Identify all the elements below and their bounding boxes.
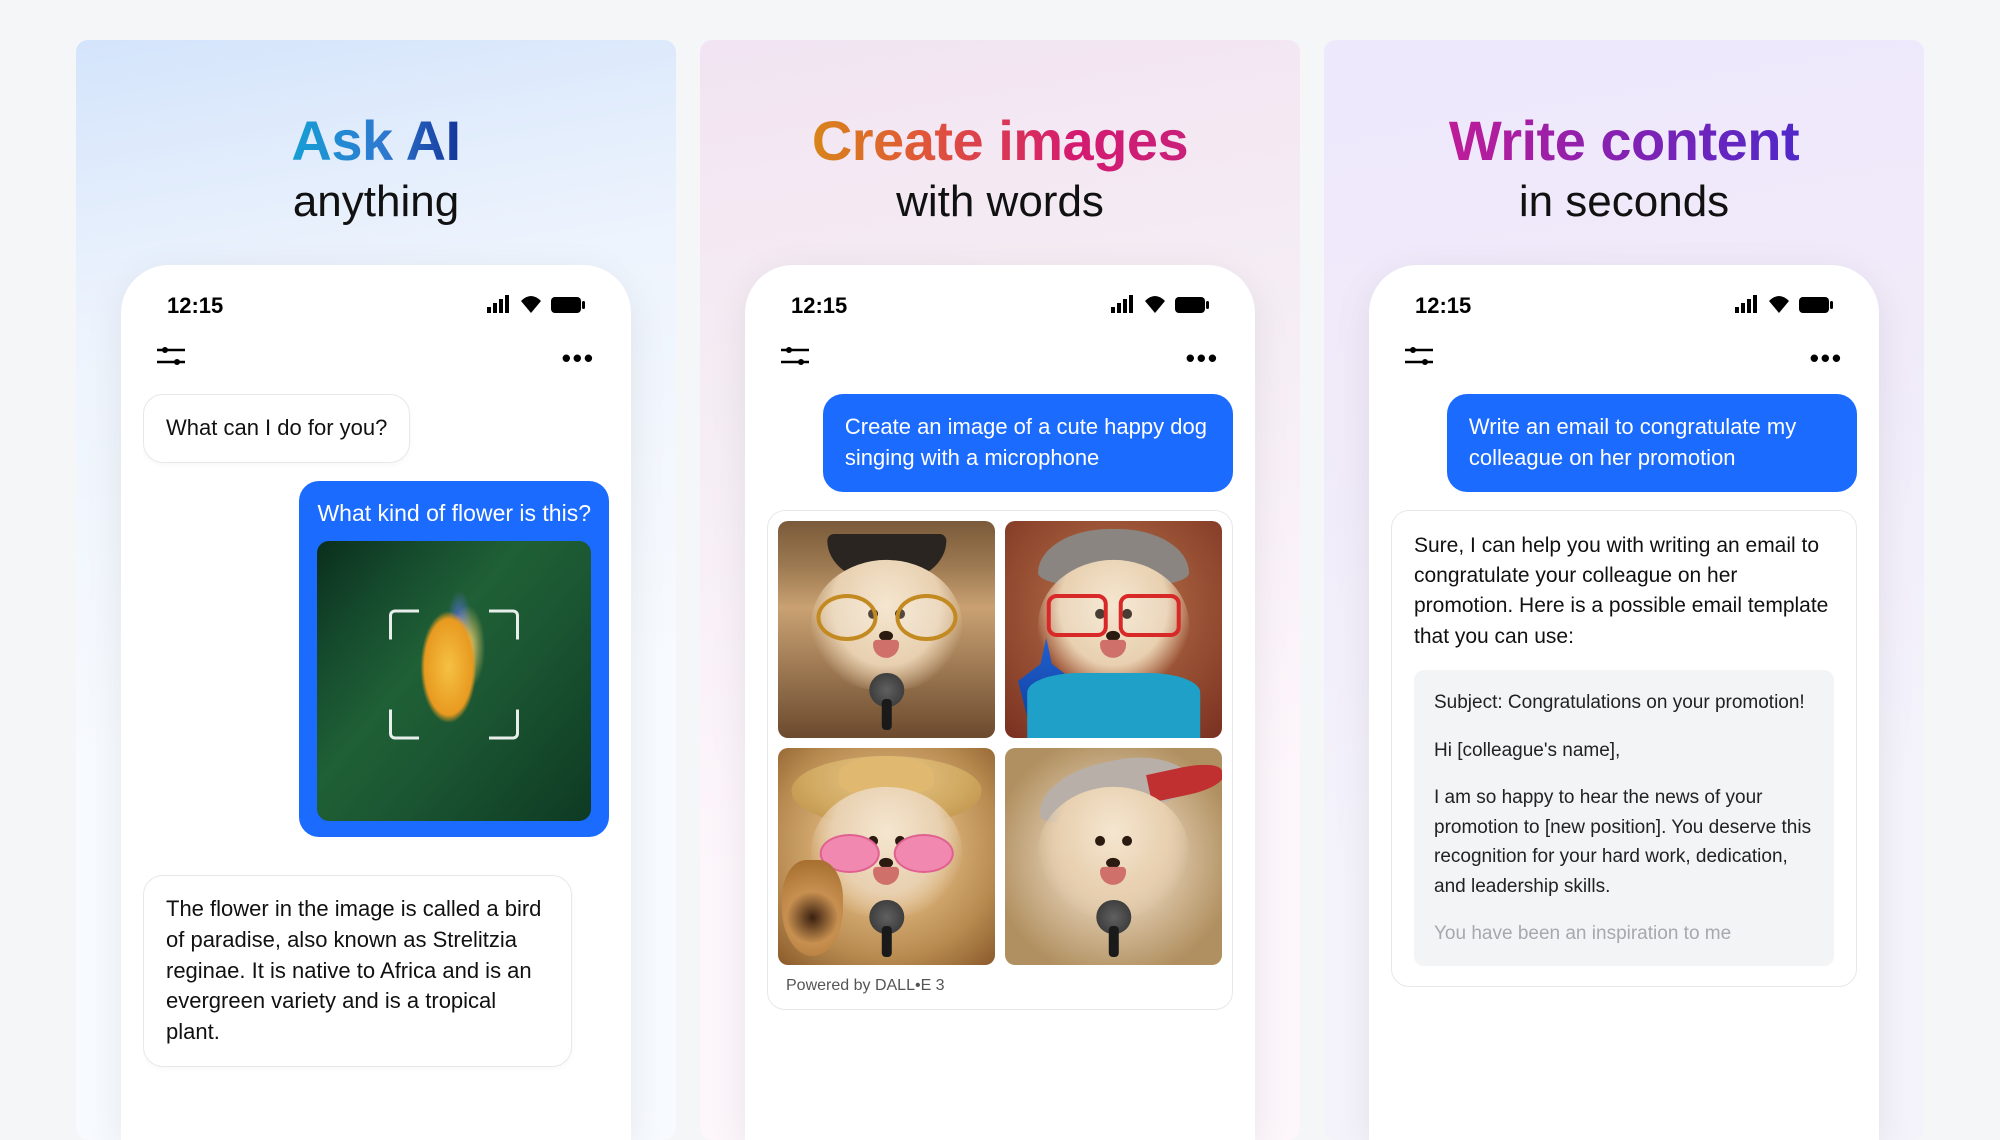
attached-flower-image[interactable]	[317, 541, 591, 821]
status-time: 12:15	[1415, 293, 1471, 319]
headline: Write content in seconds	[1449, 40, 1799, 265]
headline-bottom: with words	[812, 177, 1188, 227]
wifi-icon	[1143, 293, 1167, 319]
generated-image-3[interactable]	[778, 748, 995, 965]
battery-icon	[1175, 293, 1209, 319]
powered-by-label: Powered by DALL•E 3	[778, 965, 1222, 999]
signal-icon	[487, 293, 511, 319]
user-image-prompt: Create an image of a cute happy dog sing…	[823, 394, 1233, 492]
more-icon[interactable]: •••	[562, 343, 595, 374]
phone-frame: 12:15 ••• Write an email to congratulate…	[1369, 265, 1879, 1140]
phone-frame: 12:15 ••• What can I do for you? What ki…	[121, 265, 631, 1140]
image-grid	[778, 521, 1222, 965]
app-header: •••	[1391, 333, 1857, 394]
generated-image-1[interactable]	[778, 521, 995, 738]
menu-icon[interactable]	[157, 347, 185, 370]
user-message-with-image: What kind of flower is this?	[299, 481, 609, 837]
status-bar: 12:15	[767, 291, 1233, 333]
status-time: 12:15	[167, 293, 223, 319]
ai-intro-text: Sure, I can help you with writing an ema…	[1414, 531, 1834, 653]
menu-icon[interactable]	[1405, 347, 1433, 370]
phone-frame: 12:15 ••• Create an image of a cute happ…	[745, 265, 1255, 1140]
generated-images-card: Powered by DALL•E 3	[767, 510, 1233, 1010]
battery-icon	[551, 293, 585, 319]
headline: Create images with words	[812, 40, 1188, 265]
wifi-icon	[1767, 293, 1791, 319]
status-time: 12:15	[791, 293, 847, 319]
email-body: I am so happy to hear the news of your p…	[1434, 783, 1814, 901]
email-template: Subject: Congratulations on your promoti…	[1414, 670, 1834, 966]
menu-icon[interactable]	[781, 347, 809, 370]
headline-bottom: in seconds	[1449, 177, 1799, 227]
app-header: •••	[143, 333, 609, 394]
status-icons	[487, 293, 585, 319]
panel-ask-ai: Ask AI anything 12:15 ••• What can I do …	[76, 40, 676, 1140]
headline-top: Create images	[812, 108, 1188, 173]
headline-top: Ask AI	[291, 108, 460, 173]
ai-email-response: Sure, I can help you with writing an ema…	[1391, 510, 1857, 988]
user-write-prompt: Write an email to congratulate my collea…	[1447, 394, 1857, 492]
ai-answer: The flower in the image is called a bird…	[143, 875, 572, 1067]
viewfinder-overlay	[389, 609, 519, 739]
generated-image-4[interactable]	[1005, 748, 1222, 965]
email-greeting: Hi [colleague's name],	[1434, 736, 1814, 765]
status-icons	[1735, 293, 1833, 319]
app-header: •••	[767, 333, 1233, 394]
status-icons	[1111, 293, 1209, 319]
status-bar: 12:15	[1391, 291, 1857, 333]
wifi-icon	[519, 293, 543, 319]
headline-bottom: anything	[291, 177, 460, 227]
headline: Ask AI anything	[291, 40, 460, 265]
more-icon[interactable]: •••	[1186, 343, 1219, 374]
chat-area: Write an email to congratulate my collea…	[1391, 394, 1857, 1140]
panel-create-images: Create images with words 12:15 ••• Creat…	[700, 40, 1300, 1140]
ai-message: What can I do for you?	[143, 394, 410, 463]
status-bar: 12:15	[143, 291, 609, 333]
more-icon[interactable]: •••	[1810, 343, 1843, 374]
headline-top: Write content	[1449, 108, 1799, 173]
panel-write-content: Write content in seconds 12:15 ••• Write…	[1324, 40, 1924, 1140]
chat-area: Create an image of a cute happy dog sing…	[767, 394, 1233, 1140]
signal-icon	[1111, 293, 1135, 319]
generated-image-2[interactable]	[1005, 521, 1222, 738]
battery-icon	[1799, 293, 1833, 319]
email-faded-line: You have been an inspiration to me	[1434, 919, 1814, 948]
signal-icon	[1735, 293, 1759, 319]
email-subject: Subject: Congratulations on your promoti…	[1434, 688, 1814, 717]
user-question-text: What kind of flower is this?	[317, 497, 591, 529]
chat-area: What can I do for you? What kind of flow…	[143, 394, 609, 1140]
